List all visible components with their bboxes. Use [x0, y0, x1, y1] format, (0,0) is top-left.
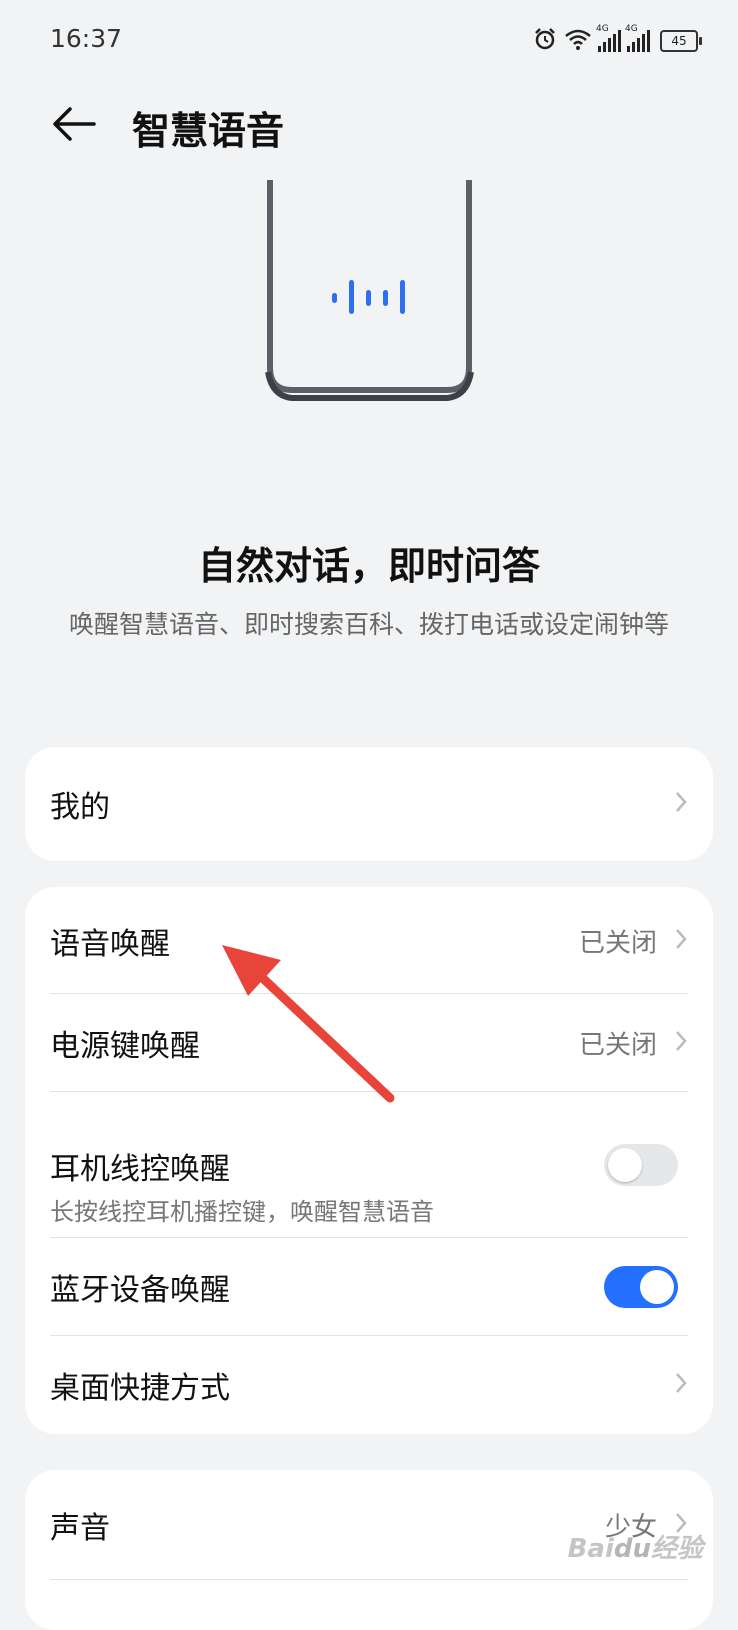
- toggle-knob: [640, 1270, 674, 1304]
- back-button[interactable]: [44, 94, 104, 154]
- wifi-icon: [564, 27, 592, 55]
- status-bar: 16:37 4G 4G 45: [0, 0, 738, 80]
- network-type-label: 4G: [625, 24, 638, 34]
- status-time: 16:37: [50, 24, 123, 53]
- mine-label: 我的: [50, 790, 110, 825]
- bluetooth-wake-toggle[interactable]: [604, 1266, 678, 1308]
- phone-outline: [267, 180, 472, 393]
- voice-wave-icon: [332, 280, 405, 314]
- chevron-right-icon: [675, 1372, 687, 1398]
- status-icons: 4G 4G 45: [532, 24, 702, 56]
- signal-icon: 4G: [625, 24, 650, 52]
- voice-wake-label: 语音唤醒: [50, 926, 170, 962]
- voice-wake-status: 已关闭: [578, 928, 657, 958]
- toggle-knob: [608, 1148, 642, 1182]
- hero-title: 自然对话，即时问答: [197, 544, 540, 588]
- headset-wake-label: 耳机线控唤醒: [50, 1152, 230, 1187]
- power-key-wake-status: 已关闭: [578, 1030, 657, 1061]
- alarm-icon: [532, 26, 558, 56]
- chevron-right-icon: [675, 1030, 687, 1056]
- card-wake-settings: 语音唤醒 已关闭 电源键唤醒 已关闭 耳机线控唤醒 长按线控耳机播控键，唤醒智慧…: [25, 887, 713, 1434]
- voice-wake-row[interactable]: 语音唤醒 已关闭: [25, 887, 713, 994]
- hero-subtitle: 唤醒智慧语音、即时搜索百科、拨打电话或设定闹钟等: [68, 610, 669, 639]
- baidu-watermark: Baidu经验: [567, 1534, 703, 1564]
- mine-row[interactable]: 我的: [25, 747, 713, 861]
- back-arrow-icon: [53, 107, 96, 141]
- power-key-wake-row[interactable]: 电源键唤醒 已关闭: [25, 994, 713, 1092]
- network-type-label: 4G: [596, 24, 609, 34]
- bluetooth-wake-label: 蓝牙设备唤醒: [50, 1273, 230, 1308]
- battery-level: 45: [671, 34, 687, 48]
- page-title: 智慧语音: [132, 109, 285, 153]
- battery-icon: 45: [660, 30, 702, 52]
- bluetooth-wake-row: 蓝牙设备唤醒: [25, 1238, 713, 1336]
- voice-illustration: [0, 180, 738, 480]
- signal-icon: 4G: [596, 24, 621, 52]
- headset-wake-toggle[interactable]: [604, 1144, 678, 1186]
- headset-wake-row: 耳机线控唤醒 长按线控耳机播控键，唤醒智慧语音: [25, 1092, 713, 1238]
- card-mine: 我的: [25, 747, 713, 861]
- chevron-right-icon: [675, 928, 687, 954]
- power-key-wake-label: 电源键唤醒: [50, 1029, 200, 1064]
- header: 智慧语音: [0, 90, 738, 160]
- desktop-shortcut-row[interactable]: 桌面快捷方式: [25, 1336, 713, 1434]
- chevron-right-icon: [675, 791, 687, 817]
- divider: [50, 1579, 688, 1580]
- desktop-shortcut-label: 桌面快捷方式: [50, 1371, 230, 1406]
- headset-wake-description: 长按线控耳机播控键，唤醒智慧语音: [50, 1198, 434, 1226]
- sound-label: 声音: [50, 1511, 110, 1546]
